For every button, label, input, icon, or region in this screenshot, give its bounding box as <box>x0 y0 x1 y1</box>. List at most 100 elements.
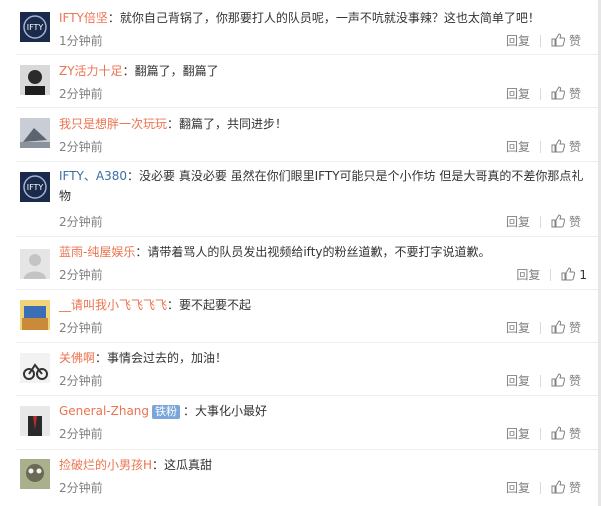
like-button[interactable]: 1 <box>561 267 587 282</box>
comment-username[interactable]: IFTY、A380 <box>59 169 127 183</box>
like-label: 赞 <box>568 215 581 229</box>
comment-text: ：就你自己背锅了，你那要打人的队员呢，一声不吭就没事辣？这也太简单了吧！ <box>107 11 540 25</box>
comment-item: 关佛啊：事情会过去的，加油！ 2分钟前 回复 赞 <box>16 343 601 396</box>
comment-text: ：大事化小最好 <box>183 404 268 418</box>
like-button[interactable]: 赞 <box>551 214 581 229</box>
like-button[interactable]: 赞 <box>551 373 581 388</box>
default-avatar-icon <box>20 249 50 279</box>
like-label: 赞 <box>568 481 581 495</box>
comment-text: ：请带着骂人的队员发出视频给ifty的粉丝道歉，不要打字说道歉。 <box>135 245 491 259</box>
comment-item: 我只是想胖一次玩玩：翻篇了，共同进步！ 2分钟前 回复 赞 <box>16 108 601 162</box>
comment-item: 捡破烂的小男孩H：这瓜真甜 2分钟前 回复 赞 <box>16 450 601 506</box>
comment-time: 2分钟前 <box>59 87 103 101</box>
comment-item: 蓝雨-纯屋娱乐：请带着骂人的队员发出视频给ifty的粉丝道歉，不要打字说道歉。 … <box>16 237 601 290</box>
comment-text: ：翻篇了，翻篇了 <box>122 64 219 78</box>
ifty-logo-icon: IFTY <box>20 12 50 42</box>
like-button[interactable]: 赞 <box>551 33 581 48</box>
divider <box>539 322 541 334</box>
avatar[interactable]: IFTY <box>20 172 50 202</box>
thumbs-up-icon <box>551 139 565 153</box>
thumbs-up-icon <box>551 320 565 334</box>
divider <box>539 88 541 100</box>
comment-text: ：事情会过去的，加油！ <box>95 351 228 365</box>
divider <box>539 375 541 387</box>
comment-time: 2分钟前 <box>59 374 103 388</box>
comment-item: IFTY IFTY倍坚：就你自己背锅了，你那要打人的队员呢，一声不吭就没事辣？这… <box>16 0 601 55</box>
reply-button[interactable]: 回复 <box>506 215 530 229</box>
avatar[interactable] <box>20 300 50 330</box>
thumbs-up-icon <box>551 480 565 494</box>
comment-item: General-Zhang 铁粉 ：大事化小最好 2分钟前 回复 赞 <box>16 396 601 450</box>
divider <box>539 482 541 494</box>
reply-button[interactable]: 回复 <box>506 481 530 495</box>
thumbs-up-icon <box>561 267 576 281</box>
reply-button[interactable]: 回复 <box>506 374 530 388</box>
like-button[interactable]: 赞 <box>551 480 581 495</box>
comment-text: ：要不起要不起 <box>167 298 252 312</box>
like-label: 赞 <box>568 87 581 101</box>
comment-item: __请叫我小飞飞飞飞：要不起要不起 2分钟前 回复 赞 <box>16 290 601 343</box>
thumbs-up-icon <box>551 373 565 387</box>
comment-time: 1分钟前 <box>59 34 103 48</box>
user-photo-icon <box>20 300 50 330</box>
avatar[interactable] <box>20 249 50 279</box>
thumbs-up-icon <box>551 33 565 47</box>
comment-username[interactable]: IFTY倍坚 <box>59 11 108 25</box>
comment-username[interactable]: __请叫我小飞飞飞飞 <box>59 298 167 312</box>
reply-button[interactable]: 回复 <box>516 268 540 282</box>
avatar[interactable] <box>20 353 50 383</box>
divider <box>539 35 541 47</box>
ifty-logo-icon: IFTY <box>20 172 50 202</box>
user-photo-icon <box>20 65 50 95</box>
reply-button[interactable]: 回复 <box>506 87 530 101</box>
comment-text: ：这瓜真甜 <box>152 458 213 472</box>
reply-button[interactable]: 回复 <box>506 34 530 48</box>
svg-text:IFTY: IFTY <box>27 183 44 192</box>
comment-time: 2分钟前 <box>59 481 103 495</box>
like-count: 1 <box>579 268 587 282</box>
comment-text: ：没必要 真没必要 虽然在你们眼里IFTY可能只是个小作坊 但是大哥真的不差你那… <box>59 169 584 203</box>
thumbs-up-icon <box>551 214 565 228</box>
avatar[interactable] <box>20 459 50 489</box>
like-button[interactable]: 赞 <box>551 320 581 335</box>
fan-badge: 铁粉 <box>152 405 181 419</box>
user-photo-icon <box>20 459 50 489</box>
comment-item: IFTY IFTY、A380：没必要 真没必要 虽然在你们眼里IFTY可能只是个… <box>16 162 601 237</box>
like-label: 赞 <box>568 140 581 154</box>
like-label: 赞 <box>568 427 581 441</box>
avatar[interactable] <box>20 65 50 95</box>
like-label: 赞 <box>568 321 581 335</box>
divider <box>550 269 552 281</box>
divider <box>539 141 541 153</box>
reply-button[interactable]: 回复 <box>506 427 530 441</box>
thumbs-up-icon <box>551 426 565 440</box>
reply-button[interactable]: 回复 <box>506 321 530 335</box>
like-button[interactable]: 赞 <box>551 139 581 154</box>
like-button[interactable]: 赞 <box>551 86 581 101</box>
comment-username[interactable]: 我只是想胖一次玩玩 <box>59 117 167 131</box>
like-button[interactable]: 赞 <box>551 426 581 441</box>
divider <box>539 428 541 440</box>
user-photo-icon <box>20 353 50 383</box>
avatar[interactable]: IFTY <box>20 12 50 42</box>
divider <box>539 216 541 228</box>
like-label: 赞 <box>568 374 581 388</box>
thumbs-up-icon <box>551 86 565 100</box>
avatar[interactable] <box>20 406 50 436</box>
like-label: 赞 <box>568 34 581 48</box>
comment-username[interactable]: 蓝雨-纯屋娱乐 <box>59 245 135 259</box>
comment-time: 2分钟前 <box>59 268 103 282</box>
comment-username[interactable]: 捡破烂的小男孩H <box>59 458 152 472</box>
comment-time: 2分钟前 <box>59 427 103 441</box>
comment-username[interactable]: ZY活力十足 <box>59 64 123 78</box>
reply-button[interactable]: 回复 <box>506 140 530 154</box>
comment-username[interactable]: 关佛啊 <box>59 351 95 365</box>
comment-time: 2分钟前 <box>59 215 103 229</box>
comment-time: 2分钟前 <box>59 321 103 335</box>
comment-text: ：翻篇了，共同进步！ <box>167 117 288 131</box>
comment-username[interactable]: General-Zhang <box>59 404 149 418</box>
svg-text:IFTY: IFTY <box>27 23 44 32</box>
avatar[interactable] <box>20 118 50 148</box>
comment-time: 2分钟前 <box>59 140 103 154</box>
user-photo-icon <box>20 118 50 148</box>
